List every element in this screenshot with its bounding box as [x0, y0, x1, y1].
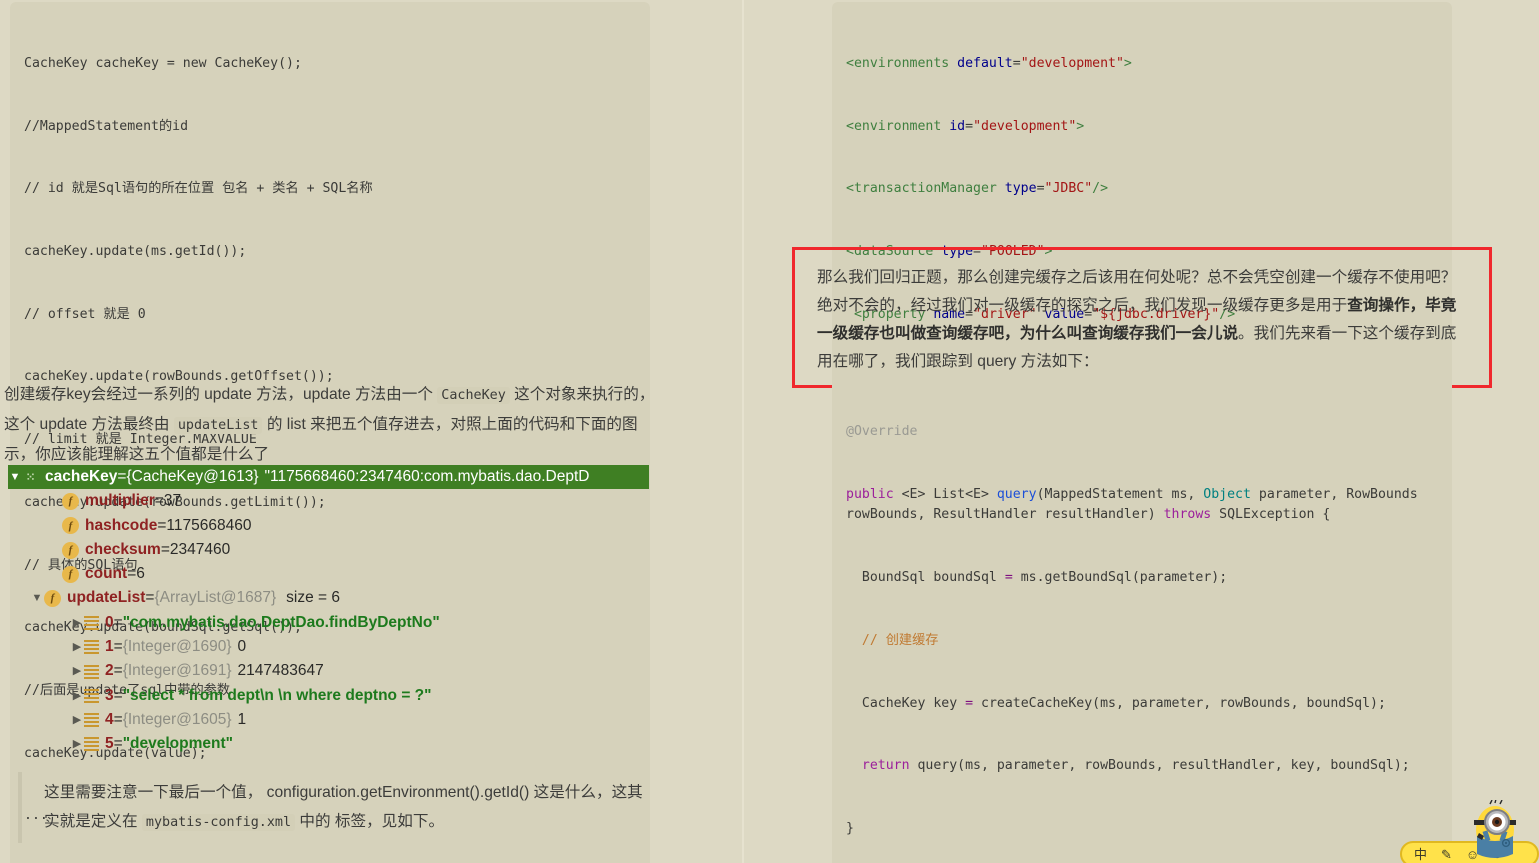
chevron-right-icon[interactable]: ▶: [70, 732, 84, 756]
list-item[interactable]: ▶ 5 = "development": [8, 732, 688, 756]
debug-eq: =: [157, 516, 167, 534]
debug-eq: =: [113, 735, 123, 753]
field-icon: f: [62, 517, 79, 535]
debug-field-value: 6: [136, 565, 145, 583]
list-element-icon: [84, 664, 99, 679]
debug-row-cachekey-root[interactable]: ▼ ⁙ cacheKey = {CacheKey@1613} "11756684…: [8, 465, 649, 490]
debug-item-index: 1: [105, 638, 114, 656]
chevron-right-icon[interactable]: ▶: [70, 684, 84, 708]
left-column: CacheKey cacheKey = new CacheKey(); //Ma…: [0, 0, 742, 863]
debug-item-value: 0: [237, 638, 247, 656]
note-mybatis-config: 这里需要注意一下最后一个值， configuration.getEnvironm…: [18, 772, 658, 843]
debug-item-ref: {Integer@1690}: [122, 638, 232, 656]
debug-size-label: size = 6: [286, 589, 341, 607]
debug-field-name: checksum: [85, 540, 161, 558]
debug-item-index: 3: [105, 686, 114, 704]
debug-field-name: count: [85, 565, 128, 583]
list-element-icon: [84, 713, 99, 728]
debug-var-name: cacheKey: [45, 468, 118, 485]
debug-eq: =: [113, 638, 123, 656]
field-icon: f: [62, 565, 79, 583]
chevron-down-icon[interactable]: ▼: [30, 586, 44, 610]
debug-item-index: 2: [105, 662, 114, 680]
chevron-right-icon[interactable]: ▶: [70, 611, 84, 635]
debug-field-value: 2347460: [169, 540, 231, 558]
list-item[interactable]: ▶ 3 = "select * from dept\n \n where dep…: [8, 684, 688, 708]
debug-item-index: 4: [105, 710, 114, 728]
list-element-icon: [84, 615, 99, 630]
debug-field-value: 1175668460: [166, 516, 252, 534]
debug-item-value: "select * from dept\n \n where deptno = …: [122, 686, 432, 704]
chevron-right-icon[interactable]: ▶: [70, 708, 84, 732]
debug-eq: =: [145, 589, 155, 607]
debug-row-hashcode[interactable]: ▶ f hashcode = 1175668460: [8, 514, 688, 538]
chevron-right-icon[interactable]: ▶: [70, 659, 84, 683]
ime-pen-icon[interactable]: ✎: [1441, 848, 1452, 861]
note-part-2: 中的 标签，见如下。: [295, 813, 445, 830]
field-icon: f: [44, 590, 61, 608]
debug-row-multiplier[interactable]: ▶ f multiplier = 37: [8, 489, 688, 513]
debug-var-value: "1175668460:2347460:com.mybatis.dao.Dept…: [264, 468, 590, 485]
debug-row-count[interactable]: ▶ f count = 6: [8, 562, 688, 586]
debug-field-ref: {ArrayList@1687}: [154, 589, 277, 607]
chevron-placeholder-icon: ▶: [48, 562, 62, 586]
chevron-down-icon[interactable]: ▼: [8, 465, 22, 489]
debug-row-updatelist[interactable]: ▼ f updateList = {ArrayList@1687} size =…: [8, 586, 688, 610]
debug-eq: =: [113, 686, 123, 704]
inline-code-mybatis-config: mybatis-config.xml: [141, 814, 296, 831]
list-element-icon: [84, 640, 99, 655]
debug-eq: =: [154, 492, 164, 510]
debug-node-icon: ⁙: [25, 470, 36, 484]
debug-item-index: 5: [105, 735, 114, 753]
debug-item-ref: {Integer@1605}: [122, 710, 232, 728]
debugger-variables-panel[interactable]: ▼ ⁙ cacheKey = {CacheKey@1613} "11756684…: [8, 465, 688, 757]
debug-field-value: 37: [163, 492, 182, 510]
chevron-placeholder-icon: ▶: [48, 489, 62, 513]
chevron-placeholder-icon: ▶: [48, 514, 62, 538]
debug-field-name: hashcode: [85, 516, 158, 534]
list-element-icon: [84, 688, 99, 703]
field-icon: f: [62, 492, 79, 510]
debug-eq: =: [127, 565, 137, 583]
debug-var-ref: {CacheKey@1613}: [126, 468, 259, 485]
chevron-right-icon[interactable]: ▶: [70, 635, 84, 659]
list-item[interactable]: ▶ 4 = {Integer@1605} 1: [8, 708, 688, 732]
debug-item-value: 1: [237, 710, 247, 728]
debug-eq: =: [117, 468, 127, 485]
list-item[interactable]: ▶ 2 = {Integer@1691} 2147483647: [8, 659, 688, 683]
page-root: (parameterObject != null) { null; (typeH…: [0, 0, 1539, 863]
inline-code-cachekey: CacheKey: [437, 387, 510, 404]
debug-field-name: updateList: [67, 589, 146, 607]
minion-icon: [1474, 800, 1516, 858]
debug-item-index: 0: [105, 613, 114, 631]
debug-item-value: "com.mybatis.dao.DeptDao.findByDeptNo": [122, 613, 440, 631]
chevron-placeholder-icon: ▶: [48, 538, 62, 562]
debug-eq: =: [113, 613, 123, 631]
debug-item-value: 2147483647: [237, 662, 324, 680]
debug-item-ref: {Integer@1691}: [122, 662, 232, 680]
list-item[interactable]: ▶ 0 = "com.mybatis.dao.DeptDao.findByDep…: [8, 611, 688, 635]
debug-eq: =: [160, 540, 170, 558]
debug-row-checksum[interactable]: ▶ f checksum = 2347460: [8, 538, 688, 562]
callout-red-box: 那么我们回归正题，那么创建完缓存之后该用在何处呢？总不会凭空创建一个缓存不使用吧…: [792, 247, 1492, 388]
ime-mode-chinese-button[interactable]: 中: [1414, 848, 1427, 861]
field-icon: f: [62, 541, 79, 559]
right-column: <environments default="development"> <en…: [744, 0, 1539, 863]
paragraph-create-cachekey: 创建缓存key会经过一系列的 update 方法，update 方法由一个 Ca…: [4, 380, 664, 469]
code-block-java-query: @Override public <E> List<E> query(Mappe…: [832, 370, 1452, 863]
callout-text: 那么我们回归正题，那么创建完缓存之后该用在何处呢？总不会凭空创建一个缓存不使用吧…: [817, 264, 1471, 376]
debug-field-name: multiplier: [85, 492, 155, 510]
list-item[interactable]: ▶ 1 = {Integer@1690} 0: [8, 635, 688, 659]
debug-eq: =: [113, 710, 123, 728]
debug-eq: =: [113, 662, 123, 680]
list-element-icon: [84, 737, 99, 752]
inline-code-updatelist: updateList: [173, 417, 263, 434]
debug-item-value: "development": [122, 735, 233, 753]
paragraph-part-1: 创建缓存key会经过一系列的 update 方法，update 方法由一个: [4, 386, 438, 403]
